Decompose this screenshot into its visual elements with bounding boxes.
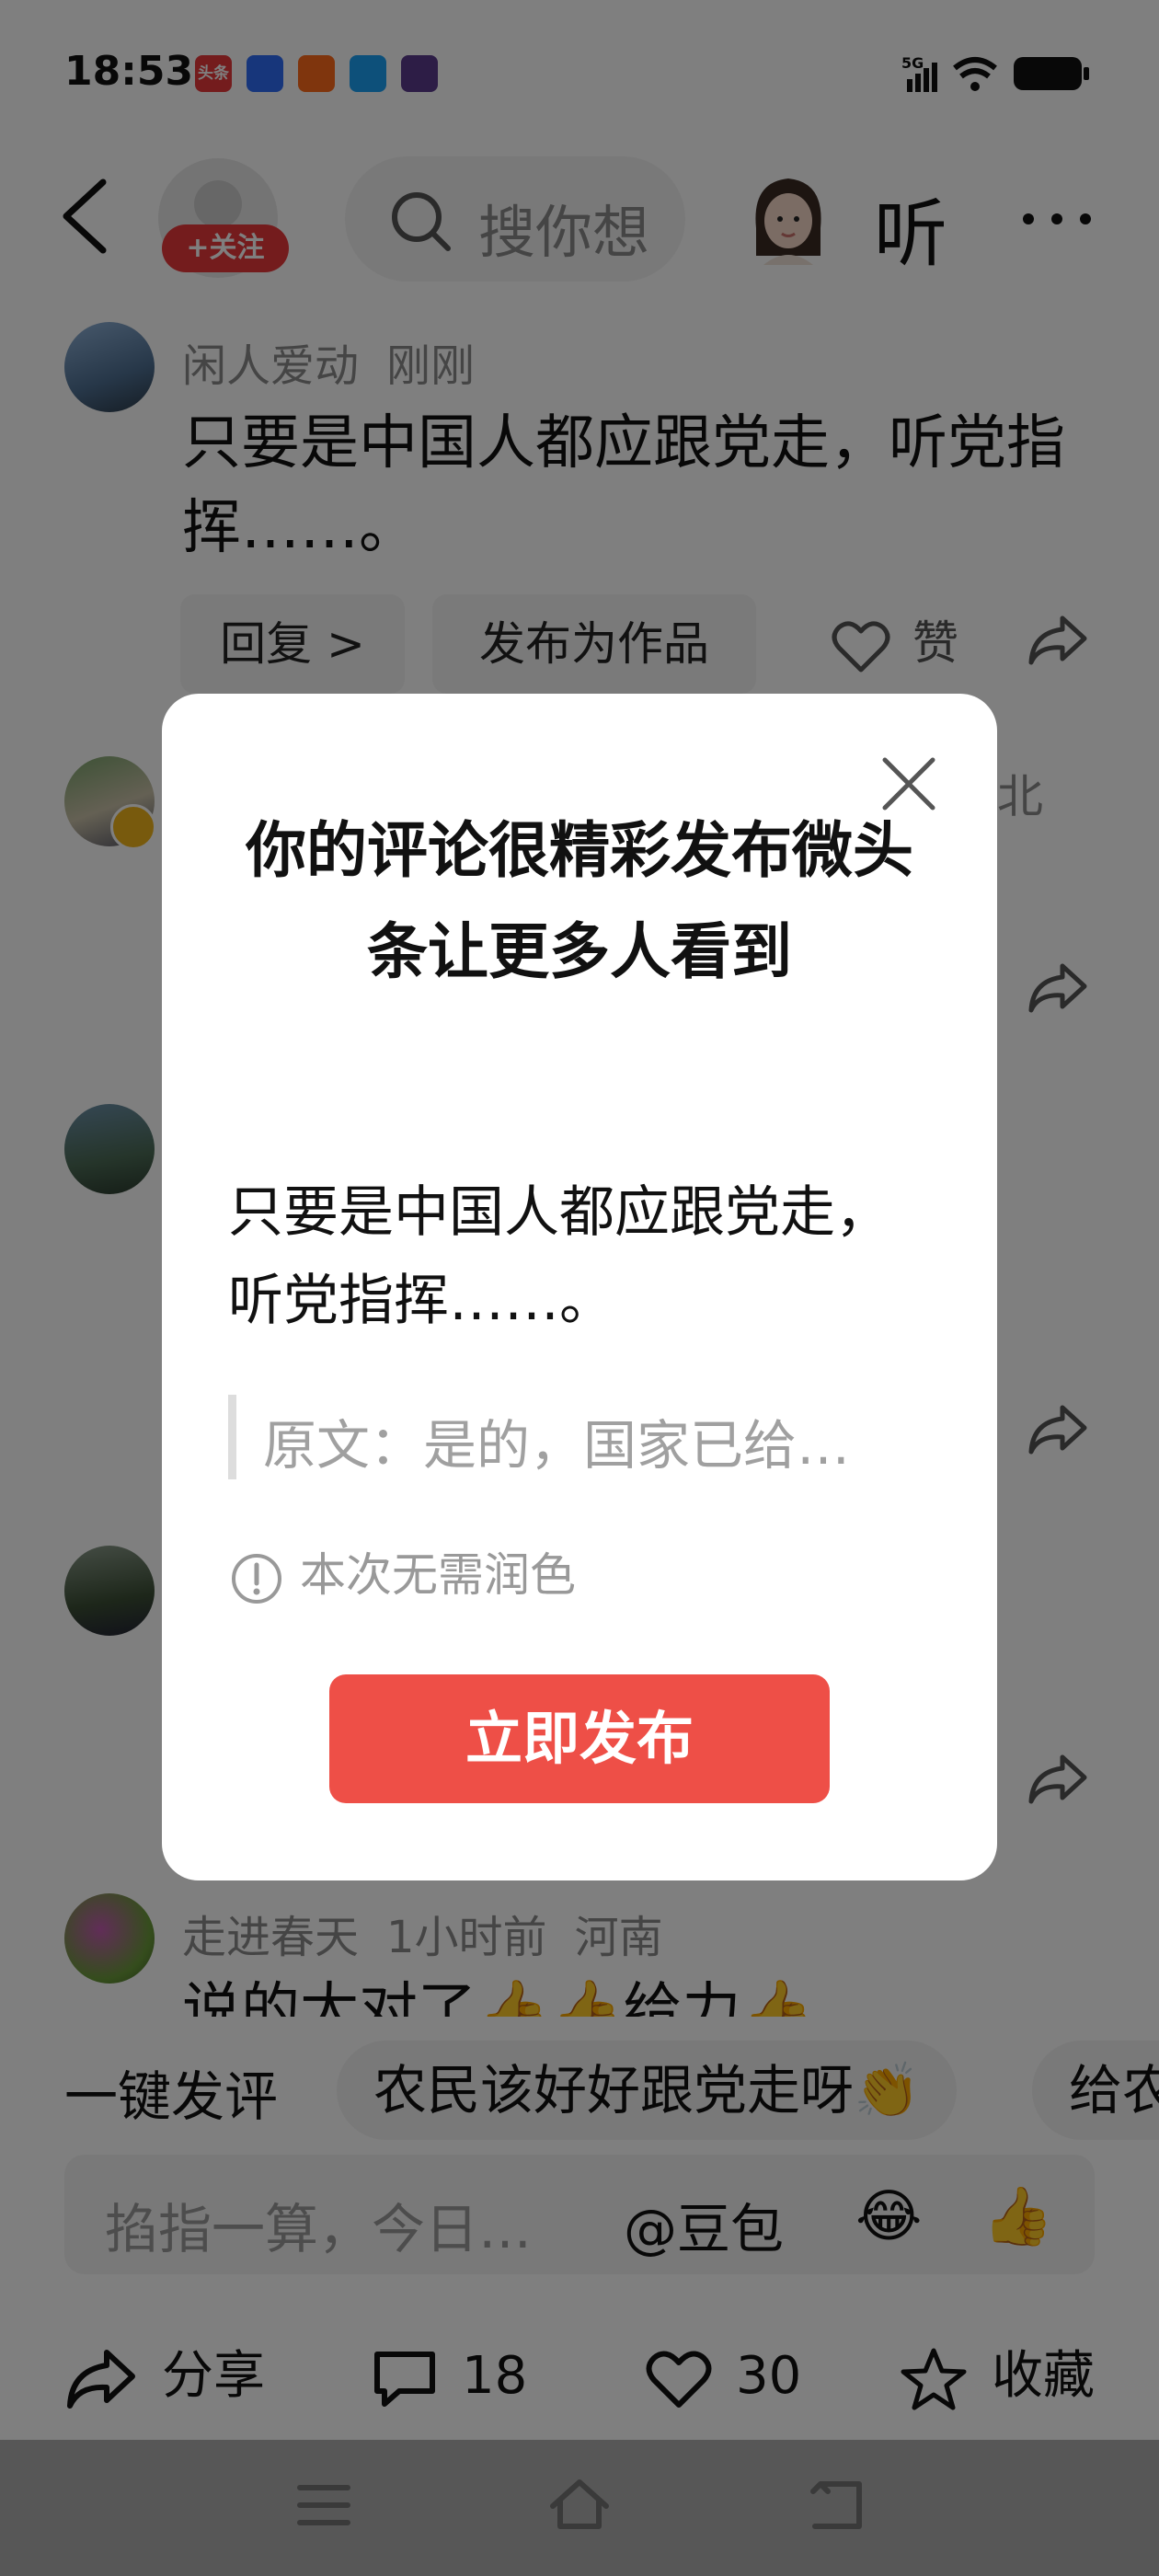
polish-note-text: 本次无需润色 bbox=[300, 1548, 576, 1602]
original-quote: 原文：是的，国家已给… bbox=[263, 1414, 851, 1477]
publish-dialog: 你的评论很精彩发布微头条让更多人看到 只要是中国人都应跟党走，听党指挥……。 原… bbox=[162, 694, 997, 1880]
quote-bar bbox=[228, 1395, 236, 1479]
dialog-comment-text: 只要是中国人都应跟党走，听党指挥……。 bbox=[228, 1180, 890, 1333]
nav-bar-dim bbox=[0, 2440, 1159, 2576]
polish-note: 本次无需润色 bbox=[230, 1538, 576, 1605]
publish-now-button[interactable]: 立即发布 bbox=[329, 1674, 830, 1803]
dialog-title: 你的评论很精彩发布微头条让更多人看到 bbox=[246, 815, 913, 987]
info-icon bbox=[232, 1553, 281, 1604]
